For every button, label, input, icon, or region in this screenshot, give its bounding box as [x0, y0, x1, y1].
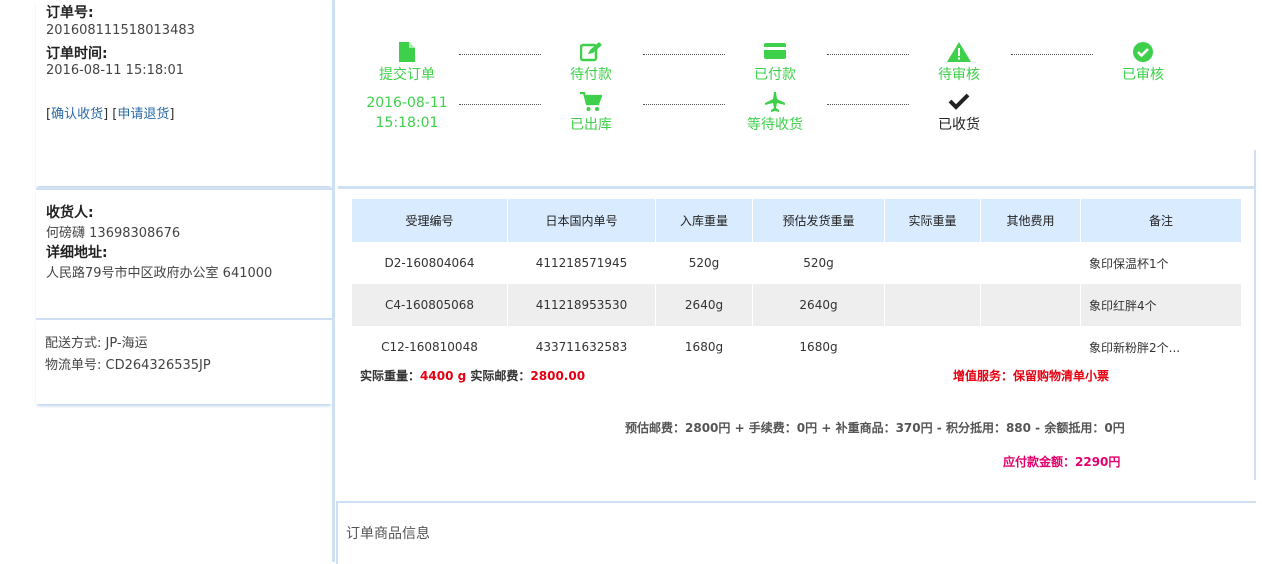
- step-pending-payment: 待付款: [541, 42, 641, 84]
- cell: 2640g: [752, 284, 885, 326]
- actual-weight-label: 实际重量：: [360, 369, 421, 383]
- receiver-phone: 13698308676: [89, 226, 181, 241]
- step-label: 等待收货: [747, 117, 803, 133]
- tracking-number: 物流单号: CD264326535JP: [45, 358, 211, 373]
- value-added-service: 增值服务：保留购物清单小票: [953, 369, 1110, 383]
- left-divider: [332, 0, 335, 562]
- step-label: 已收货: [938, 117, 980, 133]
- dots-2: [643, 54, 725, 55]
- cell: 1680g: [655, 326, 753, 368]
- col-actual-weight: 实际重量: [884, 199, 981, 242]
- shipping-method: 配送方式: JP-海运: [45, 336, 148, 351]
- table-row: C12-160810048 433711632583 1680g 1680g 象…: [352, 326, 1242, 368]
- submit-time: 15:18:01: [375, 115, 439, 131]
- payable-amount: 应付款金额：2290円: [1003, 455, 1121, 469]
- shipment-table: 受理编号 日本国内单号 入库重量 预估发货重量 实际重量 其他费用 备注 D2-…: [352, 199, 1242, 368]
- order-number: 201608111518013483: [46, 23, 195, 38]
- cell: [980, 326, 1081, 368]
- step-label: 已付款: [754, 67, 796, 83]
- step-received: 已收货: [909, 92, 1009, 134]
- actual-weight: 4400 g: [420, 369, 467, 383]
- right-divider: [1254, 150, 1256, 480]
- dots-1: [459, 54, 541, 55]
- col-est-weight: 预估发货重量: [752, 199, 885, 242]
- cell: [884, 326, 981, 368]
- receiver-name-line: 何磅礴 13698308676: [46, 222, 180, 241]
- shipping-panel: 配送方式: JP-海运 物流单号: CD264326535JP: [36, 318, 332, 404]
- step-label: 待付款: [570, 67, 612, 83]
- table-header-row: 受理编号 日本国内单号 入库重量 预估发货重量 实际重量 其他费用 备注: [352, 199, 1242, 242]
- submit-timestamp: 2016-08-11 15:18:01: [357, 93, 457, 133]
- cell: 2640g: [655, 284, 753, 326]
- dots-6: [643, 104, 725, 105]
- col-other-fees: 其他费用: [980, 199, 1081, 242]
- col-acceptance-no: 受理编号: [352, 199, 508, 242]
- warning-icon: [909, 42, 1009, 64]
- receiver-panel: 收货人: 何磅礴 13698308676 详细地址: 人民路79号市中区政府办公…: [36, 188, 332, 318]
- table-row: C4-160805068 411218953530 2640g 2640g 象印…: [352, 284, 1242, 326]
- dots-3: [827, 54, 909, 55]
- cell: C12-160810048: [352, 326, 508, 368]
- estimate-line: 预估邮费：2800円 + 手续费：0円 + 补重商品：370円 - 积分抵用：8…: [625, 421, 1125, 435]
- receiver-name-label: 收货人:: [46, 205, 94, 221]
- step-label: 已出库: [570, 117, 612, 133]
- step-awaiting-delivery: 等待收货: [725, 92, 825, 134]
- credit-card-icon: [725, 42, 825, 64]
- step-label: 提交订单: [379, 67, 435, 83]
- submit-date: 2016-08-11: [366, 95, 448, 111]
- cell: [884, 284, 981, 326]
- order-time-label: 订单时间:: [46, 46, 108, 62]
- top-section-divider: [338, 186, 1256, 189]
- step-shipped-out: 已出库: [541, 91, 641, 134]
- cell: 433711632583: [507, 326, 656, 368]
- plane-icon: [725, 92, 825, 114]
- step-paid: 已付款: [725, 42, 825, 84]
- step-pending-review: 待审核: [909, 42, 1009, 84]
- dots-5: [459, 104, 541, 105]
- order-info-panel: 订单号: 201608111518013483 订单时间: 2016-08-11…: [36, 0, 332, 186]
- table-row: D2-160804064 411218571945 520g 520g 象印保温…: [352, 242, 1242, 284]
- step-label: 待审核: [938, 67, 980, 83]
- cell: 1680g: [752, 326, 885, 368]
- dots-7: [827, 104, 909, 105]
- col-inbound-weight: 入库重量: [655, 199, 753, 242]
- cell: 象印红胖4个: [1080, 284, 1242, 326]
- address-label: 详细地址:: [46, 245, 108, 261]
- goods-section-title: 订单商品信息: [346, 526, 430, 542]
- cart-icon: [541, 91, 641, 114]
- col-jp-tracking: 日本国内单号: [507, 199, 656, 242]
- cell: C4-160805068: [352, 284, 508, 326]
- order-time: 2016-08-11 15:18:01: [46, 63, 185, 78]
- goods-section: 订单商品信息: [336, 501, 1256, 564]
- order-number-label: 订单号:: [46, 5, 94, 21]
- dots-4: [1011, 54, 1093, 55]
- check-icon: [909, 92, 1009, 114]
- cell: [980, 242, 1081, 284]
- cell: 411218571945: [507, 242, 656, 284]
- cell: D2-160804064: [352, 242, 508, 284]
- confirm-receipt-link[interactable]: 确认收货: [51, 107, 103, 122]
- file-icon: [357, 42, 457, 64]
- cell: 象印保温杯1个: [1080, 242, 1242, 284]
- address: 人民路79号市中区政府办公室 641000: [46, 266, 273, 281]
- cell: 520g: [655, 242, 753, 284]
- cell: 411218953530: [507, 284, 656, 326]
- step-reviewed: 已审核: [1093, 42, 1193, 84]
- cell: 象印新粉胖2个...: [1080, 326, 1242, 368]
- cell: 520g: [752, 242, 885, 284]
- actual-weight-line: 实际重量：4400 g 实际邮费：2800.00: [360, 367, 585, 384]
- check-circle-icon: [1093, 42, 1193, 64]
- receiver-name: 何磅礴: [46, 226, 86, 241]
- request-return-link[interactable]: 申请退货: [117, 107, 169, 122]
- actual-postage-label: 实际邮费：: [470, 369, 531, 383]
- actual-postage: 2800.00: [530, 369, 586, 383]
- step-label: 已审核: [1122, 67, 1164, 83]
- cell: [980, 284, 1081, 326]
- edit-icon: [541, 42, 641, 64]
- step-submit-order: 提交订单: [357, 42, 457, 84]
- cell: [884, 242, 981, 284]
- col-notes: 备注: [1080, 199, 1242, 242]
- order-actions: [确认收货] [申请退货]: [46, 107, 175, 122]
